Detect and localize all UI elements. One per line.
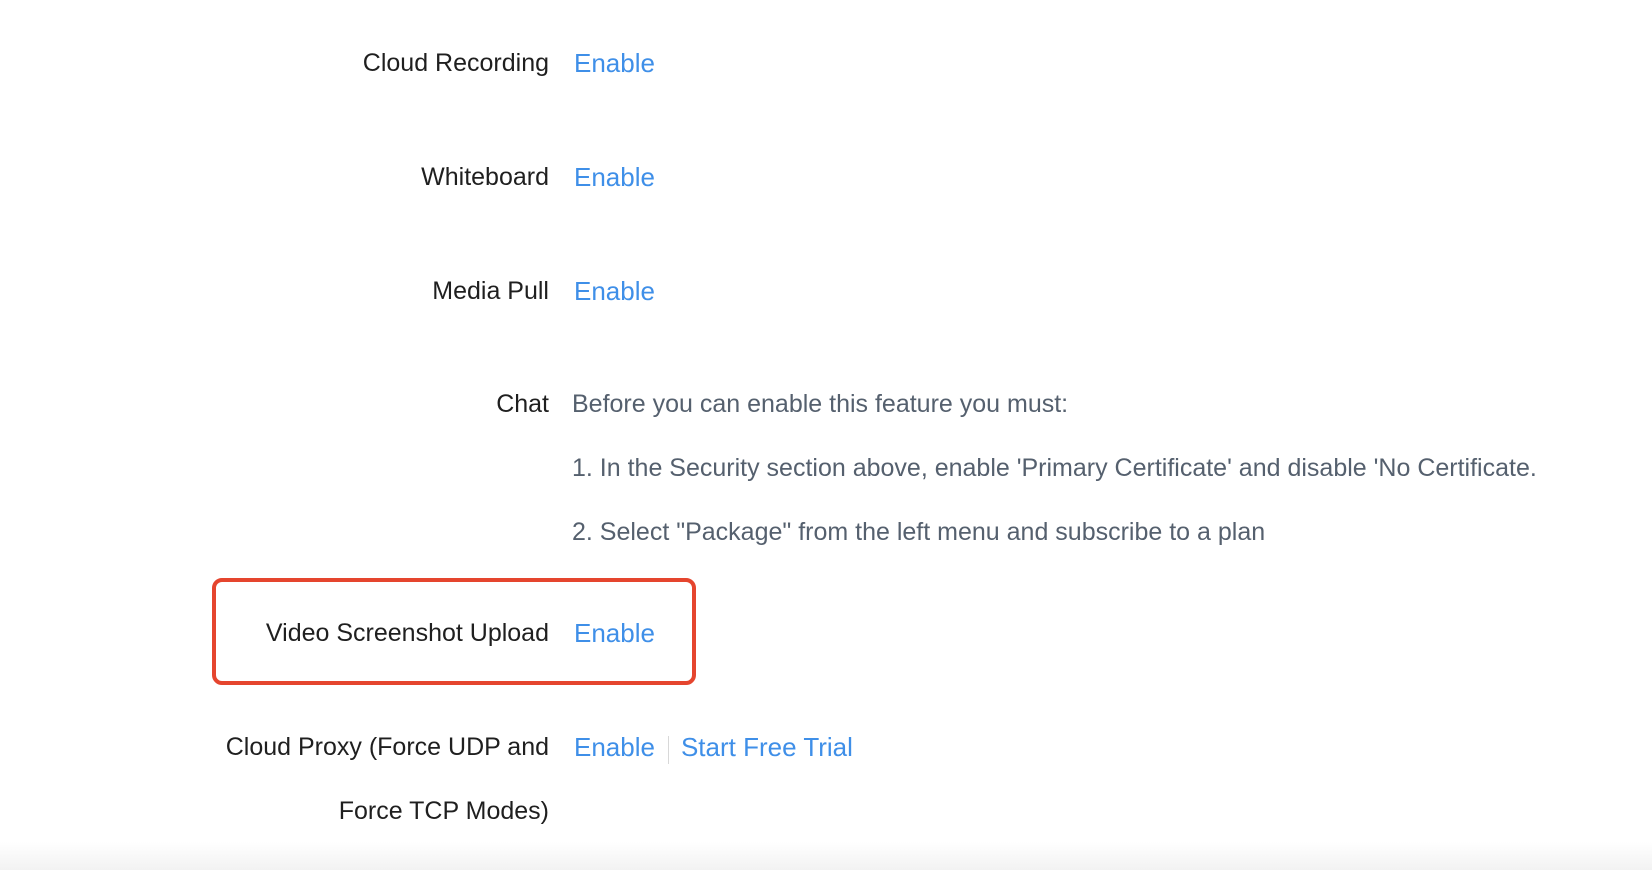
link-divider [667,735,669,764]
setting-value-whiteboard: Enable [574,157,655,202]
enable-cloud-proxy-link[interactable]: Enable [574,732,655,762]
setting-label-video-screenshot-upload: Video Screenshot Upload [265,619,549,647]
start-free-trial-link[interactable]: Start Free Trial [681,732,853,762]
bottom-fade [0,842,1652,870]
setting-value-cloud-recording: Enable [574,43,655,88]
setting-label-cloud-proxy: Cloud Proxy (Force UDP and Force TCP Mod… [225,733,549,825]
setting-value-media-pull: Enable [574,271,655,316]
setting-label-chat: Chat [496,390,549,418]
setting-row-video-screenshot-upload: Video Screenshot Upload Enable [0,613,1652,653]
setting-row-cloud-recording: Cloud Recording Enable [0,43,1652,83]
enable-video-screenshot-upload-link[interactable]: Enable [574,618,655,648]
setting-label-whiteboard: Whiteboard [421,163,549,191]
enable-cloud-recording-link[interactable]: Enable [574,48,655,78]
setting-label-cloud-recording: Cloud Recording [362,49,549,77]
enable-whiteboard-link[interactable]: Enable [574,162,655,192]
chat-requirement-notice: Before you can enable this feature you m… [572,390,1069,418]
chat-requirement-step-1: 1. In the Security section above, enable… [572,454,1537,482]
enable-media-pull-link[interactable]: Enable [574,276,655,306]
setting-value-cloud-proxy: Enable Start Free Trial [574,727,853,772]
setting-row-whiteboard: Whiteboard Enable [0,157,1652,197]
setting-row-media-pull: Media Pull Enable [0,271,1652,311]
chat-requirement-step-2: 2. Select "Package" from the left menu a… [572,518,1266,546]
setting-label-media-pull: Media Pull [432,277,549,305]
setting-value-video-screenshot-upload: Enable [574,613,655,658]
settings-page: Cloud Recording Enable Whiteboard Enable… [0,0,1652,870]
